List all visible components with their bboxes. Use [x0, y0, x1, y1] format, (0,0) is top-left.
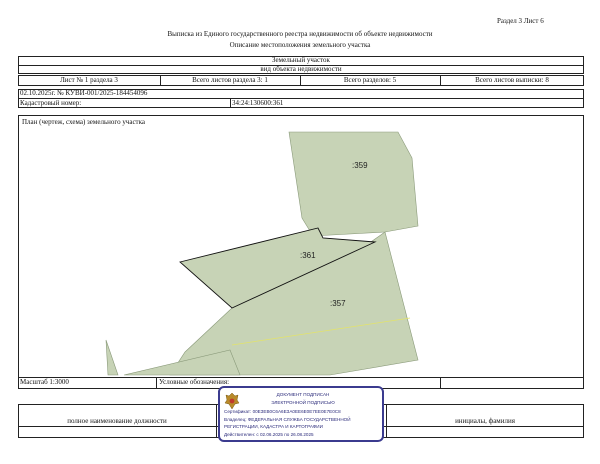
parcel-left-strip: [105, 339, 119, 376]
parcel-label-357: :357: [330, 299, 346, 308]
e-signature-stamp: ДОКУМЕНТ ПОДПИСАН ЭЛЕКТРОННОЙ ПОДПИСЬЮ С…: [218, 386, 384, 442]
object-type-caption: вид объекта недвижимости: [260, 65, 342, 73]
document-title: Выписка из Единого государственного реес…: [167, 30, 433, 38]
section-sheet-label: Раздел 3 Лист 6: [497, 17, 544, 25]
extract-number: 02.10.2025г. № КУВИ-001/2025-184454096: [20, 89, 148, 97]
legend-label: Условные обозначения:: [159, 378, 230, 386]
plan-title: План (чертеж, схема) земельного участка: [22, 118, 146, 126]
stamp-validity: Действителен: с 02.06.2025 по 26.08.2025: [224, 432, 314, 437]
parcel-359: [288, 131, 419, 237]
sheet-of-section: Лист № 1 раздела 3: [60, 76, 118, 84]
parcel-label-361: :361: [300, 251, 316, 260]
object-type: Земельный участок: [272, 56, 330, 64]
total-sheets-extract: Всего листов выписки: 8: [475, 76, 549, 84]
name-caption: инициалы, фамилия: [455, 417, 515, 425]
document-subtitle: Описание местоположения земельного участ…: [229, 41, 371, 49]
total-sections: Всего разделов: 5: [343, 76, 397, 84]
parcel-map: :359 :361 :357: [105, 131, 419, 376]
parcel-label-359: :359: [352, 161, 368, 170]
stamp-owner: Владелец: ФЕДЕРАЛЬНАЯ СЛУЖБА ГОСУДАРСТВЕ…: [224, 417, 351, 422]
cadastral-label: Кадастровый номер:: [20, 99, 82, 107]
stamp-owner-cont: РЕГИСТРАЦИИ, КАДАСТРА И КАРТОГРАФИИ: [224, 424, 323, 429]
scale-label: Масштаб 1:3000: [20, 378, 69, 386]
stamp-line-1: ДОКУМЕНТ ПОДПИСАН: [276, 392, 330, 397]
stamp-certificate: Сертификат: 00ЕЗЕВ0С6А6ЕЗА0ЕЕ6Е0Е7ЕЕ0Е7Е…: [224, 409, 341, 414]
stamp-line-2: ЭЛЕКТРОННОЙ ПОДПИСЬЮ: [271, 400, 335, 405]
parcel-left-bottom: [123, 349, 241, 376]
position-caption: полное наименование должности: [67, 417, 167, 425]
total-sheets-section: Всего листов раздела 3: 1: [192, 76, 268, 84]
cadastral-number: 34:24:130600:361: [232, 99, 284, 107]
